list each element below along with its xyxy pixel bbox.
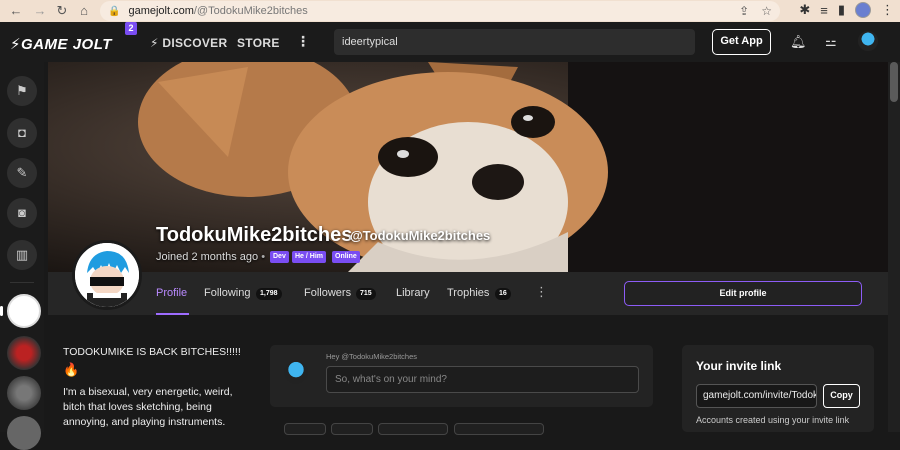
filter-pill-1[interactable] xyxy=(284,423,326,435)
sidebar-community-avatar-2[interactable] xyxy=(7,336,41,370)
discover-link[interactable]: ⚡ DISCOVER xyxy=(150,36,227,50)
scrollbar-thumb[interactable] xyxy=(890,62,898,102)
store-link[interactable]: STORE xyxy=(237,36,280,50)
fire-emoji-icon: 🔥 xyxy=(63,362,80,377)
lock-icon: 🔒 xyxy=(108,5,121,17)
sidebar-brush-icon[interactable]: ✎ xyxy=(7,158,37,188)
back-arrow-icon[interactable]: ← xyxy=(6,3,26,18)
copy-invite-button[interactable]: Copy xyxy=(823,384,860,408)
following-count: 1,798 xyxy=(256,288,282,300)
bio-description: I'm a bisexual, very energetic, weird, b… xyxy=(63,386,233,428)
gamejolt-logo[interactable]: ⚡GAME JOLT xyxy=(10,35,112,53)
address-bar[interactable]: 🔒 gamejolt.com/@TodokuMike2bitches ⇪ ☆ xyxy=(100,1,780,21)
sidebar-active-indicator xyxy=(0,306,3,316)
tab-library[interactable]: Library xyxy=(396,287,430,299)
composer-greeting: Hey @TodokuMike2bitches xyxy=(326,352,417,361)
tab-followers[interactable]: Followers xyxy=(304,287,351,299)
sidebar-bag-icon[interactable]: ◘ xyxy=(7,118,37,148)
extensions-icon[interactable]: ✱ xyxy=(799,2,810,18)
post-composer-input[interactable]: So, what's on your mind? xyxy=(326,366,639,393)
sidebar-chat-icon[interactable]: ◙ xyxy=(7,198,37,228)
profile-handle: @TodokuMike2bitches xyxy=(350,228,491,243)
media-icon[interactable]: ≡ xyxy=(820,3,828,18)
logo-badge: 2 xyxy=(125,22,137,35)
user-avatar[interactable] xyxy=(858,31,878,51)
url-path: /@TodokuMike2bitches xyxy=(193,5,308,17)
logo-text: GAME JOLT xyxy=(21,36,112,53)
reload-icon[interactable]: ↻ xyxy=(52,3,72,19)
followers-count: 715 xyxy=(356,288,376,300)
sidebar-community-avatar-4[interactable] xyxy=(7,416,41,450)
discover-label: DISCOVER xyxy=(162,36,228,50)
discover-icon: ⚡ xyxy=(150,36,163,50)
bookmark-star-icon[interactable]: ☆ xyxy=(761,4,772,18)
online-badge: Online xyxy=(332,251,360,263)
site-topbar: ⚡GAME JOLT 2 ⚡ DISCOVER STORE ⋮ ideertyp… xyxy=(0,22,900,62)
invite-description: Accounts created using your invite link xyxy=(696,415,850,425)
profile-display-name: TodokuMike2bitches xyxy=(156,224,353,246)
left-sidebar: ⚑ ◘ ✎ ◙ ▥ xyxy=(0,62,44,450)
sidebar-divider xyxy=(10,282,34,283)
filter-pill-3[interactable] xyxy=(378,423,448,435)
browser-menu-icon[interactable]: ⋮ xyxy=(881,2,894,18)
page-scrollbar[interactable] xyxy=(888,62,900,432)
tab-more-icon[interactable]: ⋮ xyxy=(535,284,548,300)
sidebar-community-avatar-1[interactable] xyxy=(7,294,41,328)
tab-profile[interactable]: Profile xyxy=(156,287,187,299)
tab-trophies[interactable]: Trophies xyxy=(447,287,489,299)
activity-icon[interactable]: ⚍ xyxy=(825,34,837,50)
more-menu-icon[interactable]: ⋮ xyxy=(296,33,310,50)
logo-bolt-icon: ⚡ xyxy=(10,36,22,53)
joined-date: Joined 2 months ago • xyxy=(156,251,265,263)
dot-separator: • xyxy=(261,251,266,263)
composer-avatar xyxy=(284,360,308,384)
joined-text: Joined 2 months ago xyxy=(156,251,259,263)
side-panel-icon[interactable]: ▮ xyxy=(838,2,845,18)
bio-headline: TODOKUMIKE IS BACK BITCHES!!!!! xyxy=(63,346,241,358)
sidebar-trophy-icon[interactable]: ⚑ xyxy=(7,76,37,106)
url-host: gamejolt.com xyxy=(128,5,194,17)
dev-badge: Dev xyxy=(270,251,289,263)
tab-following[interactable]: Following xyxy=(204,287,250,299)
filter-pill-4[interactable] xyxy=(454,423,544,435)
share-icon[interactable]: ⇪ xyxy=(739,4,749,18)
search-input[interactable]: ideertypical xyxy=(334,29,695,55)
sidebar-community-avatar-3[interactable] xyxy=(7,376,41,410)
profile-avatar[interactable] xyxy=(72,240,142,310)
edit-profile-button[interactable]: Edit profile xyxy=(624,281,862,306)
profile-bio: TODOKUMIKE IS BACK BITCHES!!!!! 🔥 I'm a … xyxy=(63,345,248,430)
sidebar-library-icon[interactable]: ▥ xyxy=(7,240,37,270)
profile-avatar-image xyxy=(75,243,139,307)
invite-title: Your invite link xyxy=(696,359,782,373)
filter-pill-2[interactable] xyxy=(331,423,373,435)
trophies-count: 16 xyxy=(495,288,511,300)
browser-profile-avatar[interactable] xyxy=(855,2,871,18)
browser-toolbar: ← → ↻ ⌂ 🔒 gamejolt.com/@TodokuMike2bitch… xyxy=(0,0,900,22)
get-app-button[interactable]: Get App xyxy=(712,29,771,55)
invite-link-field[interactable]: gamejolt.com/invite/Todoku xyxy=(696,384,817,408)
pronouns-badge: He / Him xyxy=(292,251,327,263)
forward-arrow-icon[interactable]: → xyxy=(30,3,50,18)
home-icon[interactable]: ⌂ xyxy=(74,3,94,18)
notifications-bell-icon[interactable]: 🔔︎ xyxy=(790,34,807,50)
